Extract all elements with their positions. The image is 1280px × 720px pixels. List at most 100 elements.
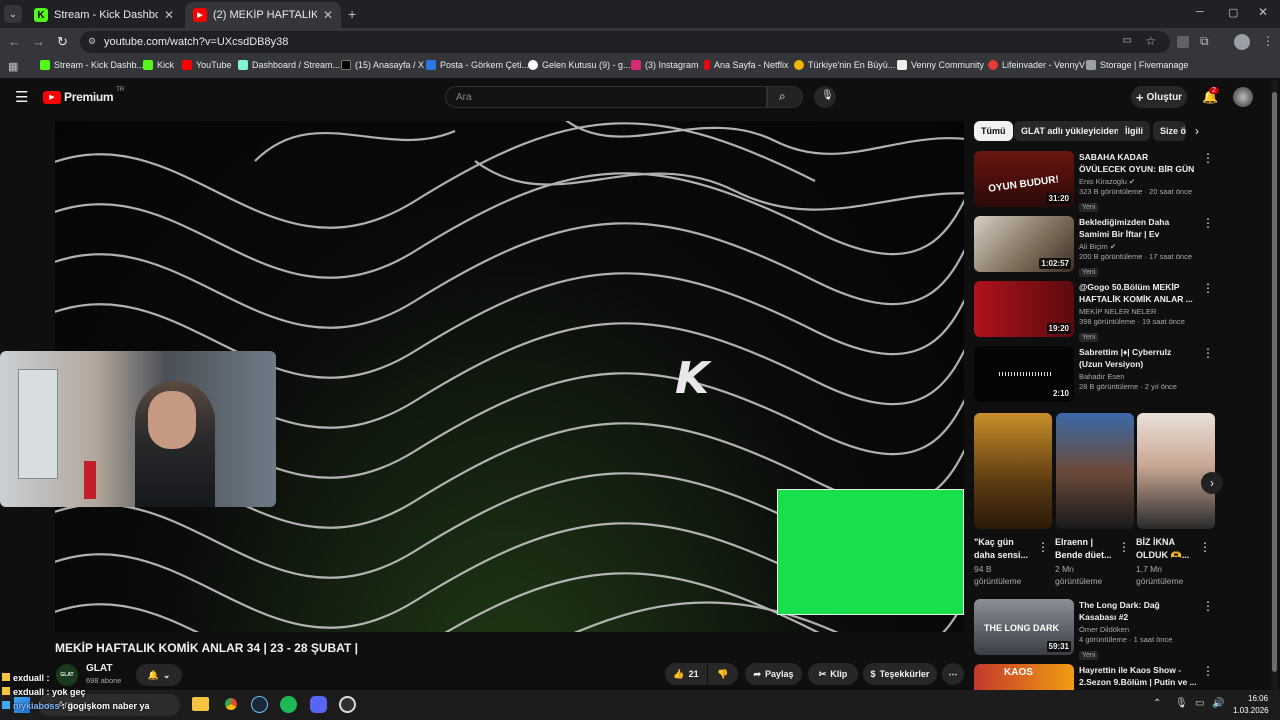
- list-item[interactable]: OYUN BUDUR! 31:20 SABAHA KADAR ÖVÜLECEK …: [974, 151, 1214, 212]
- back-icon[interactable]: ←: [8, 34, 21, 49]
- extensions-puzzle-icon[interactable]: ⧉: [1200, 34, 1209, 49]
- more-options-icon[interactable]: ⋮: [1202, 599, 1214, 613]
- hamburger-menu-icon[interactable]: ☰: [15, 88, 28, 106]
- list-item[interactable]: THE LONG DARK 59:31 The Long Dark: Dağ K…: [974, 599, 1214, 660]
- video-title[interactable]: Beklediğimizden Daha Samimi Bir İftar | …: [1079, 216, 1197, 240]
- extension-icon[interactable]: [1177, 36, 1189, 48]
- video-thumbnail[interactable]: THE LONG DARK 59:31: [974, 599, 1074, 655]
- site-info-icon[interactable]: ⚙: [88, 36, 96, 47]
- youtube-logo[interactable]: ▶ Premium TR: [43, 87, 124, 104]
- more-options-icon[interactable]: ⋮: [1037, 540, 1049, 554]
- window-maximize-icon[interactable]: ▢: [1228, 6, 1238, 19]
- like-button[interactable]: 👍 21: [665, 663, 707, 685]
- bookmark-star-icon[interactable]: ☆: [1145, 34, 1156, 48]
- steam-icon[interactable]: [251, 696, 268, 713]
- short-title[interactable]: "Kaç gün daha sensi...: [974, 536, 1030, 562]
- scrollbar-thumb[interactable]: [1272, 92, 1277, 672]
- more-options-icon[interactable]: ⋮: [1202, 281, 1214, 295]
- bookmark-item[interactable]: Türkiye'nin En Büyü...: [794, 60, 895, 70]
- search-button[interactable]: ⌕: [767, 86, 803, 108]
- address-bar[interactable]: ⚙ youtube.com/watch?v=UXcsdDB8y38 ▭ ☆: [80, 31, 1170, 53]
- video-thumbnail[interactable]: OYUN BUDUR! 31:20: [974, 151, 1074, 207]
- channel-name[interactable]: MEKİP NELER NELER: [1079, 307, 1156, 316]
- video-title[interactable]: @Gogo 50.Bölüm MEKİP HAFTALİK KOMİK ANLA…: [1079, 281, 1197, 305]
- search-input[interactable]: Ara: [445, 86, 767, 108]
- list-item[interactable]: 19:20 @Gogo 50.Bölüm MEKİP HAFTALİK KOMİ…: [974, 281, 1214, 342]
- chrome-icon[interactable]: [222, 695, 240, 713]
- tray-chevron-icon[interactable]: ⌃: [1153, 698, 1161, 709]
- list-item[interactable]: 2:10 Sabrettim |♦| Cyberrulz (Uzun Versi…: [974, 346, 1214, 404]
- chip-all[interactable]: Tümü: [974, 121, 1013, 141]
- more-options-icon[interactable]: ⋮: [1202, 216, 1214, 230]
- video-thumbnail[interactable]: KAOS: [974, 664, 1074, 690]
- new-tab-button[interactable]: +: [348, 6, 356, 22]
- video-title[interactable]: SABAHA KADAR ÖVÜLECEK OYUN: BİR GÜN BOYU…: [1079, 151, 1197, 175]
- bookmark-item[interactable]: Dashboard / Stream...: [238, 60, 340, 70]
- channel-name[interactable]: Ali Biçim: [1079, 242, 1108, 251]
- list-item[interactable]: 1:02:57 Beklediğimizden Daha Samimi Bir …: [974, 216, 1214, 277]
- chip-related[interactable]: İlgili: [1118, 121, 1150, 141]
- network-icon[interactable]: ▭: [1195, 698, 1204, 709]
- bookmark-item[interactable]: Stream - Kick Dashb...: [40, 60, 144, 70]
- short-thumbnail[interactable]: [1137, 413, 1215, 529]
- clock-date[interactable]: 1.03.2026: [1233, 706, 1269, 715]
- more-options-icon[interactable]: ⋮: [1202, 346, 1214, 360]
- user-avatar[interactable]: [1233, 87, 1253, 107]
- volume-icon[interactable]: 🔊: [1212, 698, 1224, 709]
- voice-search-button[interactable]: 🎙: [814, 86, 836, 108]
- more-options-icon[interactable]: ⋮: [1199, 540, 1211, 554]
- bookmark-item[interactable]: Venny Community: [897, 60, 984, 70]
- reload-icon[interactable]: ↻: [57, 34, 68, 50]
- bookmark-item[interactable]: (15) Anasayfa / X: [341, 60, 424, 70]
- channel-name[interactable]: Ömer Dildöken: [1079, 625, 1197, 634]
- list-item[interactable]: KAOS Hayrettin ile Kaos Show - 2.Sezon 9…: [974, 664, 1214, 690]
- chip-for-you[interactable]: Size ö: [1153, 121, 1186, 141]
- tab-youtube-video[interactable]: ▶ (2) MEKİP HAFTALIK KOMİK AN ✕: [185, 2, 341, 28]
- forward-icon[interactable]: →: [32, 34, 45, 49]
- channel-name[interactable]: Enis Kirazoglu: [1079, 177, 1127, 186]
- short-title[interactable]: BİZ İKNA OLDUK 🫶...: [1136, 536, 1194, 562]
- spotify-icon[interactable]: [280, 696, 297, 713]
- clock-time[interactable]: 16:06: [1248, 694, 1268, 703]
- bookmark-item[interactable]: Lifeinvader - VennyV: [988, 60, 1085, 70]
- microphone-tray-icon[interactable]: 🎙: [1175, 698, 1188, 709]
- discord-icon[interactable]: [310, 696, 327, 713]
- chevron-right-icon[interactable]: ›: [1195, 124, 1199, 138]
- channel-name[interactable]: Bahadır Esen: [1079, 372, 1124, 381]
- obs-icon[interactable]: [339, 696, 356, 713]
- file-explorer-icon[interactable]: [192, 697, 209, 711]
- browser-menu-icon[interactable]: ⋮: [1262, 34, 1274, 48]
- bookmark-item[interactable]: Ana Sayfa - Netflix: [704, 60, 789, 70]
- dislike-button[interactable]: 👎: [708, 663, 738, 685]
- cast-icon[interactable]: ▭: [1123, 35, 1132, 46]
- short-title[interactable]: Elraenn | Bende düet...: [1055, 536, 1113, 562]
- more-options-icon[interactable]: ⋮: [1202, 664, 1214, 678]
- video-title[interactable]: The Long Dark: Dağ Kasabası #2: [1079, 599, 1197, 623]
- bookmark-item[interactable]: Kick: [143, 60, 174, 70]
- thanks-button[interactable]: $ Teşekkürler: [863, 663, 937, 685]
- more-options-icon[interactable]: ⋮: [1118, 540, 1130, 554]
- bookmark-item[interactable]: Storage | Fivemanage: [1086, 60, 1188, 70]
- share-button[interactable]: ➦ Paylaş: [745, 663, 802, 685]
- chip-from-uploader[interactable]: GLAT adlı yükleyiciden: [1014, 121, 1127, 141]
- short-thumbnail[interactable]: [974, 413, 1052, 529]
- bookmark-item[interactable]: YouTube: [182, 60, 231, 70]
- tab-kick-dashboard[interactable]: K Stream - Kick Dashboard ✕: [26, 2, 182, 28]
- bookmark-item[interactable]: Posta - Görkem Çeti...: [426, 60, 529, 70]
- window-close-icon[interactable]: ✕: [1258, 5, 1268, 19]
- shorts-next-button[interactable]: ›: [1201, 472, 1223, 494]
- window-minimize-icon[interactable]: ─: [1196, 6, 1204, 18]
- short-thumbnail[interactable]: [1056, 413, 1134, 529]
- apps-grid-icon[interactable]: ▦: [8, 60, 18, 73]
- video-title[interactable]: Sabrettim |♦| Cyberrulz (Uzun Versiyon): [1079, 346, 1197, 370]
- tab-search-button[interactable]: ⌄: [4, 5, 22, 23]
- video-thumbnail[interactable]: 19:20: [974, 281, 1074, 337]
- tab-close-icon[interactable]: ✕: [323, 8, 333, 22]
- page-scrollbar[interactable]: [1271, 80, 1278, 690]
- create-button[interactable]: + Oluştur: [1131, 86, 1187, 108]
- more-actions-button[interactable]: ⋯: [942, 663, 964, 685]
- clip-button[interactable]: ✂ Klip: [808, 663, 858, 685]
- profile-avatar[interactable]: [1234, 34, 1250, 50]
- bookmark-item[interactable]: (3) Instagram: [631, 60, 699, 70]
- video-thumbnail[interactable]: 1:02:57: [974, 216, 1074, 272]
